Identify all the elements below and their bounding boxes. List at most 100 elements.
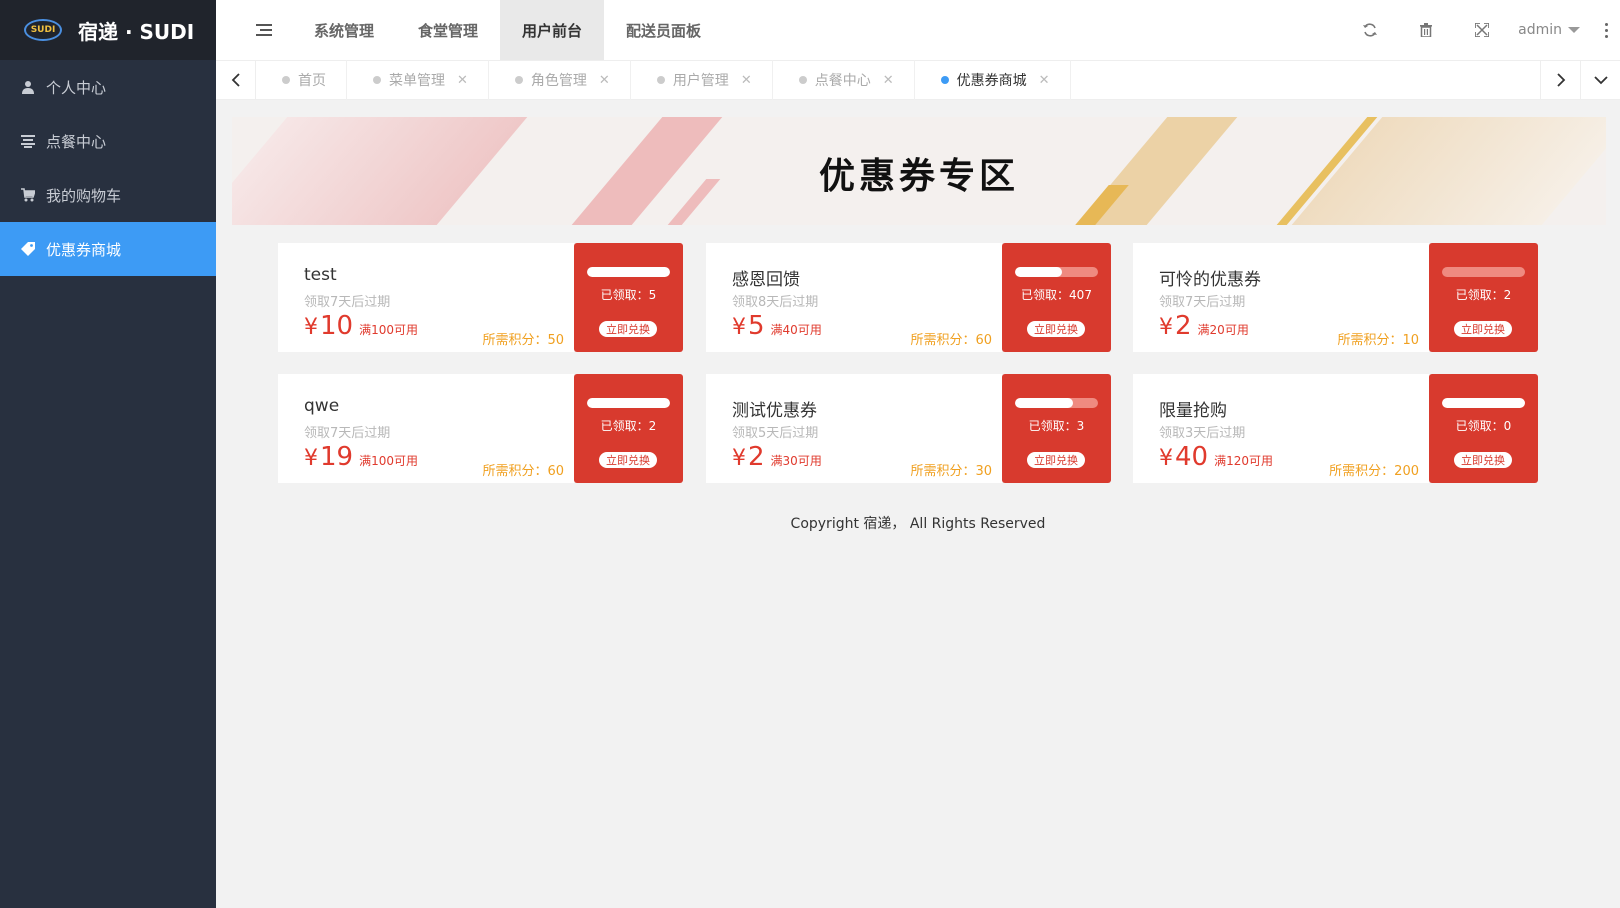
sidebar-item-cart[interactable]: 我的购物车 xyxy=(0,168,216,222)
menu-toggle-icon[interactable] xyxy=(236,0,292,60)
currency-symbol: ¥ xyxy=(304,315,318,340)
coupon-name: 感恩回馈 xyxy=(732,270,800,290)
coupon-name: qwe xyxy=(304,396,340,416)
currency-symbol: ¥ xyxy=(1159,446,1173,471)
coupon-expiry: 领取8天后过期 xyxy=(732,295,819,310)
banner-title: 优惠券专区 xyxy=(818,156,1019,197)
coupon-points: 所需积分：200 xyxy=(1329,464,1419,479)
nav-system-management[interactable]: 系统管理 xyxy=(292,0,396,60)
coupon-points: 所需积分：10 xyxy=(1337,333,1419,348)
nav-courier-panel[interactable]: 配送员面板 xyxy=(604,0,723,60)
close-icon[interactable]: ✕ xyxy=(883,73,894,88)
sidebar-item-personal-center[interactable]: 个人中心 xyxy=(0,60,216,114)
coupon-expiry: 领取7天后过期 xyxy=(304,295,391,310)
sidebar-item-order-center[interactable]: 点餐中心 xyxy=(0,114,216,168)
chevron-down-icon[interactable] xyxy=(1580,60,1620,100)
coupon-card: 可怜的优惠券 领取7天后过期 ¥ 2 满20可用 所需积分：10 已领取：2 立… xyxy=(1133,243,1538,352)
coupon-card: test 领取7天后过期 ¥ 10 满100可用 所需积分：50 已领取：5 立… xyxy=(278,243,683,352)
redeem-button[interactable]: 立即兑换 xyxy=(599,321,657,337)
close-icon[interactable]: ✕ xyxy=(741,73,752,88)
close-icon[interactable]: ✕ xyxy=(457,73,468,88)
coupon-name: test xyxy=(304,265,337,285)
claim-progress-bar xyxy=(587,398,670,408)
tab-user-management[interactable]: 用户管理 ✕ xyxy=(631,60,773,100)
currency-symbol: ¥ xyxy=(732,315,746,340)
claimed-count: 已领取：2 xyxy=(600,419,657,433)
more-icon[interactable] xyxy=(1592,0,1620,60)
tab-label: 菜单管理 xyxy=(389,73,445,89)
header-actions: admin xyxy=(1342,0,1620,60)
top-nav: 系统管理 食堂管理 用户前台 配送员面板 xyxy=(292,0,723,60)
tab-label: 首页 xyxy=(298,73,326,89)
coupon-body: 感恩回馈 领取8天后过期 ¥ 5 满40可用 所需积分：60 xyxy=(706,243,1002,352)
header: 系统管理 食堂管理 用户前台 配送员面板 admin xyxy=(216,0,1620,60)
sidebar-item-label: 优惠券商城 xyxy=(46,240,122,259)
username: admin xyxy=(1518,22,1562,38)
tab-order-center[interactable]: 点餐中心 ✕ xyxy=(773,60,915,100)
coupon-card: 限量抢购 领取3天后过期 ¥ 40 满120可用 所需积分：200 已领取：0 … xyxy=(1133,374,1538,483)
redeem-button[interactable]: 立即兑换 xyxy=(1454,452,1512,468)
coupon-card: 测试优惠券 领取5天后过期 ¥ 2 满30可用 所需积分：30 已领取：3 立即… xyxy=(706,374,1111,483)
coupon-points: 所需积分：50 xyxy=(482,333,564,348)
coupon-amount: 2 xyxy=(748,442,765,472)
currency-symbol: ¥ xyxy=(732,446,746,471)
claim-progress-bar xyxy=(1015,267,1098,277)
coupon-expiry: 领取7天后过期 xyxy=(1159,295,1246,310)
dot-icon xyxy=(514,76,523,84)
tab-label: 点餐中心 xyxy=(814,73,871,89)
coupon-amount: 19 xyxy=(320,442,354,472)
redeem-button[interactable]: 立即兑换 xyxy=(1027,452,1085,468)
close-icon[interactable]: ✕ xyxy=(1039,73,1050,88)
coupon-side: 已领取：5 立即兑换 xyxy=(574,243,683,352)
coupon-condition: 满120可用 xyxy=(1214,454,1273,468)
redeem-button[interactable]: 立即兑换 xyxy=(599,452,657,468)
app-title: 宿递 · SUDI xyxy=(78,19,195,44)
sidebar-item-label: 我的购物车 xyxy=(46,186,122,205)
currency-symbol: ¥ xyxy=(1159,315,1173,340)
tab-role-management[interactable]: 角色管理 ✕ xyxy=(489,60,631,100)
tab-menu-management[interactable]: 菜单管理 ✕ xyxy=(347,60,489,100)
coupon-condition: 满20可用 xyxy=(1197,323,1249,337)
tab-label: 角色管理 xyxy=(530,73,587,89)
coupon-side: 已领取：3 立即兑换 xyxy=(1002,374,1111,483)
coupon-body: qwe 领取7天后过期 ¥ 19 满100可用 所需积分：60 xyxy=(278,374,574,483)
trash-icon[interactable] xyxy=(1398,0,1454,60)
coupon-points: 所需积分：60 xyxy=(482,464,564,479)
copyright: Copyright 宿递， All Rights Reserved xyxy=(790,516,1046,532)
currency-symbol: ¥ xyxy=(304,446,318,471)
fullscreen-icon[interactable] xyxy=(1454,0,1510,60)
coupon-points: 所需积分：30 xyxy=(910,464,992,479)
tab-label: 优惠券商城 xyxy=(956,73,1027,89)
sidebar-item-label: 个人中心 xyxy=(46,78,107,97)
coupon-amount: 40 xyxy=(1175,442,1209,472)
coupon-price: ¥ 2 满20可用 xyxy=(1159,311,1249,341)
coupon-amount: 2 xyxy=(1175,311,1192,341)
chevron-right-icon[interactable] xyxy=(1540,60,1580,100)
tab-home[interactable]: 首页 xyxy=(256,60,347,100)
chevron-left-icon[interactable] xyxy=(216,60,256,100)
coupon-expiry: 领取7天后过期 xyxy=(304,426,391,441)
redeem-button[interactable]: 立即兑换 xyxy=(1027,321,1085,337)
coupon-body: 限量抢购 领取3天后过期 ¥ 40 满120可用 所需积分：200 xyxy=(1133,374,1429,483)
user-menu[interactable]: admin xyxy=(1510,22,1592,38)
sidebar-item-coupon-mall[interactable]: 优惠券商城 xyxy=(0,222,216,276)
coupon-body: test 领取7天后过期 ¥ 10 满100可用 所需积分：50 xyxy=(278,243,574,352)
tab-coupon-mall[interactable]: 优惠券商城 ✕ xyxy=(915,60,1071,100)
logo[interactable]: SUDI 宿递 · SUDI xyxy=(0,0,216,60)
nav-canteen-management[interactable]: 食堂管理 xyxy=(396,0,500,60)
nav-user-frontend[interactable]: 用户前台 xyxy=(500,0,605,60)
claimed-count: 已领取：2 xyxy=(1455,288,1512,302)
tabs-bar: 首页 菜单管理 ✕ 角色管理 ✕ 用户管理 ✕ 点餐中心 ✕ 优惠券商城 ✕ xyxy=(216,60,1620,100)
logo-badge: SUDI xyxy=(24,19,62,41)
coupon-amount: 10 xyxy=(320,311,354,341)
order-icon xyxy=(20,133,36,149)
coupon-name: 限量抢购 xyxy=(1159,401,1227,421)
claim-progress-bar xyxy=(1442,267,1525,277)
close-icon[interactable]: ✕ xyxy=(599,73,610,88)
coupon-condition: 满100可用 xyxy=(359,454,418,468)
coupon-expiry: 领取3天后过期 xyxy=(1159,426,1246,441)
sidebar: SUDI 宿递 · SUDI 个人中心 点餐中心 我的购物车 优惠券商城 xyxy=(0,0,216,908)
redeem-button[interactable]: 立即兑换 xyxy=(1454,321,1512,337)
coupon-condition: 满100可用 xyxy=(359,323,418,337)
refresh-icon[interactable] xyxy=(1342,0,1398,60)
